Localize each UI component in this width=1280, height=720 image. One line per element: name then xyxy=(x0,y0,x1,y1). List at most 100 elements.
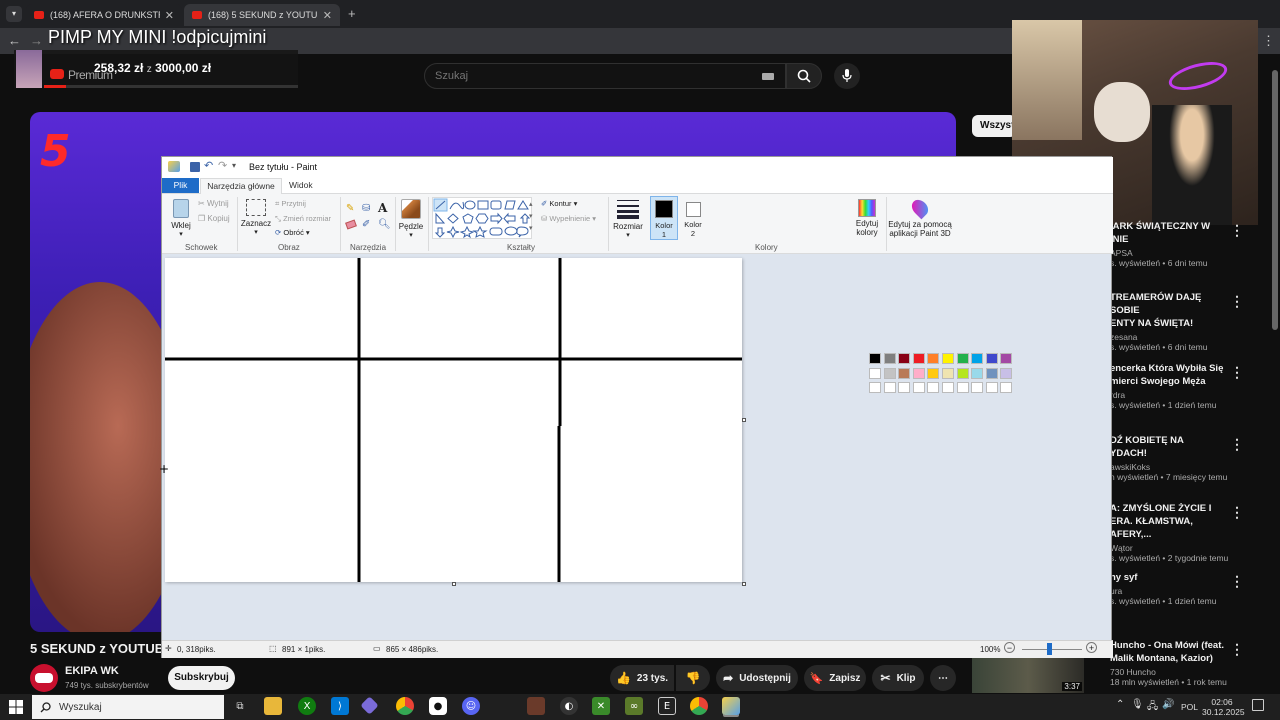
zoom-out-button[interactable]: − xyxy=(1004,642,1015,653)
obs-icon[interactable]: ● xyxy=(429,697,447,715)
edit-colors-button[interactable]: Edytuj kolory xyxy=(852,199,882,237)
recommendation-menu-icon[interactable]: ⋮ xyxy=(1230,436,1244,453)
fill-tool[interactable]: ⛁ xyxy=(362,203,370,214)
palette-color-swatch[interactable] xyxy=(942,367,954,379)
color-picker-tool[interactable]: ✐ xyxy=(362,219,370,230)
vscode-icon[interactable]: ⟩ xyxy=(331,697,349,715)
palette-color-swatch[interactable] xyxy=(883,353,896,364)
palette-color-swatch[interactable] xyxy=(927,353,940,364)
app-icon[interactable] xyxy=(527,697,545,715)
rotate-button[interactable]: ⟳ Obróć ▾ xyxy=(275,228,310,237)
canvas-resize-handle-corner[interactable] xyxy=(742,582,746,586)
channel-name[interactable]: EKIPA WK xyxy=(65,665,119,677)
paint-tab-view[interactable]: Widok xyxy=(289,180,313,190)
chrome-icon[interactable] xyxy=(396,697,414,715)
share-button[interactable]: ➦ Udostępnij xyxy=(716,665,798,691)
palette-color-swatch[interactable] xyxy=(927,367,940,379)
recommendation-item[interactable]: A: ZMYŚLONE ŻYCIE I ERA. KŁAMSTWA, AFERY,… xyxy=(1110,502,1230,563)
game-launcher-icon[interactable]: ∞ xyxy=(625,697,643,715)
clip-button[interactable]: ✂ Klip xyxy=(872,665,924,691)
color1-button[interactable]: Kolor 1 xyxy=(650,196,678,240)
quick-save-icon[interactable] xyxy=(190,162,200,172)
recommendation-menu-icon[interactable]: ⋮ xyxy=(1230,504,1244,521)
palette-color-swatch[interactable] xyxy=(898,367,911,379)
browser-tab-2[interactable]: (168) 5 SEKUND z YOUTUBERA ✕ xyxy=(184,4,340,26)
palette-custom-swatch[interactable] xyxy=(956,382,969,393)
canvas-resize-handle-bottom[interactable] xyxy=(452,582,456,586)
qat-dropdown-icon[interactable]: ▾ xyxy=(232,161,236,170)
recommendation-item[interactable]: TREAMERÓW DAJĘ SOBIE ENTY NA ŚWIĘTA! zesan… xyxy=(1110,291,1230,352)
dislike-button[interactable]: 👎 xyxy=(676,665,710,691)
redo-icon[interactable]: ↷ xyxy=(218,159,227,172)
palette-color-swatch[interactable] xyxy=(912,367,925,379)
pencil-tool[interactable]: ✎ xyxy=(346,203,354,214)
paint3d-button[interactable]: Edytuj za pomocą aplikacji Paint 3D xyxy=(888,196,952,238)
recommendation-menu-icon[interactable]: ⋮ xyxy=(1230,293,1244,310)
recommendation-menu-icon[interactable]: ⋮ xyxy=(1230,641,1244,658)
browser-tab-1[interactable]: (168) AFERA O DRUNKSTREAM ✕ xyxy=(26,4,182,26)
language-indicator[interactable]: POL xyxy=(1181,702,1198,712)
search-box[interactable] xyxy=(424,63,786,89)
paste-button[interactable]: Wklej ▾ xyxy=(170,199,192,238)
keyboard-icon[interactable] xyxy=(762,73,774,80)
notifications-icon[interactable] xyxy=(1252,699,1264,711)
undo-icon[interactable]: ↶ xyxy=(204,159,213,172)
file-explorer-icon[interactable] xyxy=(264,697,282,715)
paint-tab-home[interactable]: Narzędzia główne xyxy=(200,178,282,194)
palette-custom-swatch[interactable] xyxy=(942,382,954,393)
shapes-gallery[interactable] xyxy=(432,197,532,239)
palette-custom-swatch[interactable] xyxy=(883,382,896,393)
palette-color-swatch[interactable] xyxy=(971,367,984,379)
size-button[interactable]: Rozmiar ▾ xyxy=(612,199,644,239)
palette-color-swatch[interactable] xyxy=(1000,367,1013,379)
subscribe-button[interactable]: Subskrybuj xyxy=(168,666,235,690)
task-view-icon[interactable]: ⧉ xyxy=(231,697,249,715)
palette-color-swatch[interactable] xyxy=(985,353,998,364)
discord-icon[interactable]: ☺ xyxy=(462,697,480,715)
paint-taskbar-icon[interactable] xyxy=(722,697,740,715)
chrome-icon[interactable] xyxy=(690,697,708,715)
canvas-resize-handle-right[interactable] xyxy=(742,418,746,422)
color2-button[interactable]: Kolor 2 xyxy=(680,196,706,240)
recommendation-menu-icon[interactable]: ⋮ xyxy=(1230,364,1244,381)
search-button[interactable] xyxy=(786,63,822,89)
save-button[interactable]: 🔖 Zapisz xyxy=(804,665,866,691)
palette-color-swatch[interactable] xyxy=(883,367,896,379)
filter-chip[interactable]: Wszystk xyxy=(972,115,1016,137)
palette-color-swatch[interactable] xyxy=(898,353,911,364)
palette-color-swatch[interactable] xyxy=(956,353,969,364)
palette-custom-swatch[interactable] xyxy=(869,382,881,393)
back-arrow-icon[interactable]: ← xyxy=(8,33,21,48)
search-input[interactable] xyxy=(435,70,735,82)
palette-color-swatch[interactable] xyxy=(869,367,881,379)
cut-button[interactable]: ✂ Wytnij xyxy=(198,199,229,208)
paint-canvas[interactable] xyxy=(165,258,742,582)
zoom-slider-thumb[interactable] xyxy=(1047,643,1052,655)
palette-color-swatch[interactable] xyxy=(942,353,954,364)
recommendation-item[interactable]: Huncho - Ona Mówi (feat. Malik Montana, K… xyxy=(1110,639,1230,687)
recommendation-item[interactable]: encerka Która Wybiła Się mierci Swojego M… xyxy=(1110,362,1230,410)
forward-arrow-icon[interactable]: → xyxy=(30,33,43,48)
steam-like-icon[interactable]: ◐ xyxy=(560,697,578,715)
taskbar-search[interactable]: Wyszukaj xyxy=(32,695,224,719)
palette-color-swatch[interactable] xyxy=(912,353,925,364)
like-button[interactable]: 👍 23 tys. xyxy=(610,665,674,691)
sidebar-thumbnail[interactable]: 3:37 xyxy=(972,657,1084,693)
recommendation-menu-icon[interactable]: ⋮ xyxy=(1230,573,1244,590)
paint-tab-file[interactable]: Plik xyxy=(162,178,199,193)
tab-list-button[interactable]: ▾ xyxy=(6,6,22,22)
crop-button[interactable]: ⌗ Przytnij xyxy=(275,199,306,209)
palette-color-swatch[interactable] xyxy=(956,367,969,379)
volume-icon[interactable]: 🔊 xyxy=(1162,699,1174,710)
zoom-in-button[interactable]: + xyxy=(1086,642,1097,653)
palette-color-swatch[interactable] xyxy=(869,353,881,364)
magnifier-tool[interactable]: 🔍︎ xyxy=(378,219,391,230)
shapes-scroll[interactable]: ▴ ▾ ▾ xyxy=(529,199,533,235)
voice-search-button[interactable] xyxy=(834,63,860,89)
xbox-icon[interactable]: X xyxy=(298,697,316,715)
outline-button[interactable]: ✐ Kontur ▾ xyxy=(541,199,577,208)
scrollbar-thumb[interactable] xyxy=(1272,70,1278,330)
palette-custom-swatch[interactable] xyxy=(971,382,984,393)
zoom-slider[interactable] xyxy=(1022,649,1082,650)
palette-custom-swatch[interactable] xyxy=(985,382,998,393)
